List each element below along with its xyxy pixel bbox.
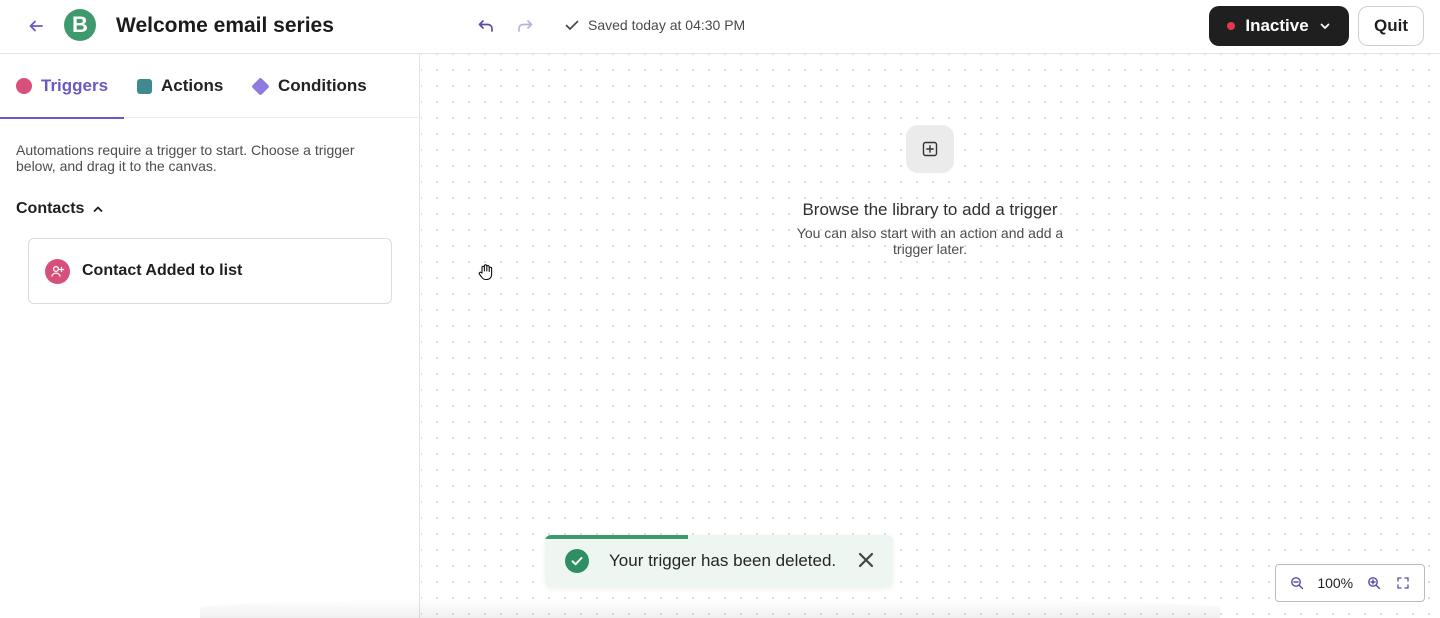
hand-cursor-icon [476,262,496,282]
tab-triggers[interactable]: Triggers [0,54,125,119]
zoom-out-button[interactable] [1288,574,1306,592]
save-status: Saved today at 04:30 PM [564,17,745,33]
save-status-text: Saved today at 04:30 PM [588,17,746,33]
empty-state-subtitle: You can also start with an action and ad… [796,225,1064,257]
trigger-swatch-icon [16,78,32,94]
action-swatch-icon [137,78,152,94]
back-arrow-icon [29,20,43,32]
redo-button[interactable] [513,14,537,38]
zoom-level: 100% [1317,575,1354,591]
status-dropdown-button[interactable]: Inactive [1209,6,1349,46]
chevron-up-icon [94,206,103,212]
empty-state-title: Browse the library to add a trigger [802,200,1058,219]
toast-close-button[interactable] [855,549,877,571]
fullscreen-icon [1397,577,1409,589]
trigger-library-panel: Triggers Actions Conditions Automations … [0,54,420,618]
library-tabs: Triggers Actions Conditions [0,54,419,119]
add-trigger-button[interactable] [906,125,954,173]
fullscreen-button[interactable] [1394,574,1412,592]
quit-button[interactable]: Quit [1358,6,1424,46]
undo-icon [478,20,493,32]
zoom-in-button[interactable] [1365,574,1383,592]
add-square-icon [922,141,938,157]
tab-label: Actions [161,76,224,95]
toast-progress-bar [545,535,688,539]
tab-actions[interactable]: Actions [137,54,223,118]
tab-label: Triggers [41,76,109,95]
condition-swatch-icon [251,76,270,96]
group-title: Contacts [16,200,85,217]
status-label: Inactive [1245,16,1309,35]
check-icon [565,20,579,30]
toast-message: Your trigger has been deleted. [609,551,837,570]
contacts-group-toggle[interactable]: Contacts [16,200,104,218]
tab-conditions[interactable]: Conditions [251,54,367,118]
toast-notification: Your trigger has been deleted. [545,535,893,587]
status-dot [1227,22,1236,30]
back-button[interactable] [24,14,48,38]
trigger-intro-text: Automations require a trigger to start. … [16,142,355,174]
zoom-controls: 100% [1275,564,1425,602]
success-check-icon [565,549,589,573]
top-bar: B Welcome email series Saved today at 04… [0,0,1440,54]
chevron-down-icon [1320,23,1330,29]
zoom-in-icon [1367,577,1380,590]
redo-icon [518,20,533,32]
close-icon [858,552,874,568]
trigger-item-contact-added[interactable]: Contact Added to list [28,238,392,304]
tab-label: Conditions [278,76,367,95]
workflow-canvas[interactable]: Browse the library to add a trigger You … [421,54,1440,618]
undo-button[interactable] [474,14,498,38]
zoom-out-icon [1290,577,1303,590]
add-user-icon [45,258,70,284]
trigger-item-label: Contact Added to list [82,262,243,279]
page-title: Welcome email series [116,14,334,37]
brand-logo: B [64,9,96,41]
